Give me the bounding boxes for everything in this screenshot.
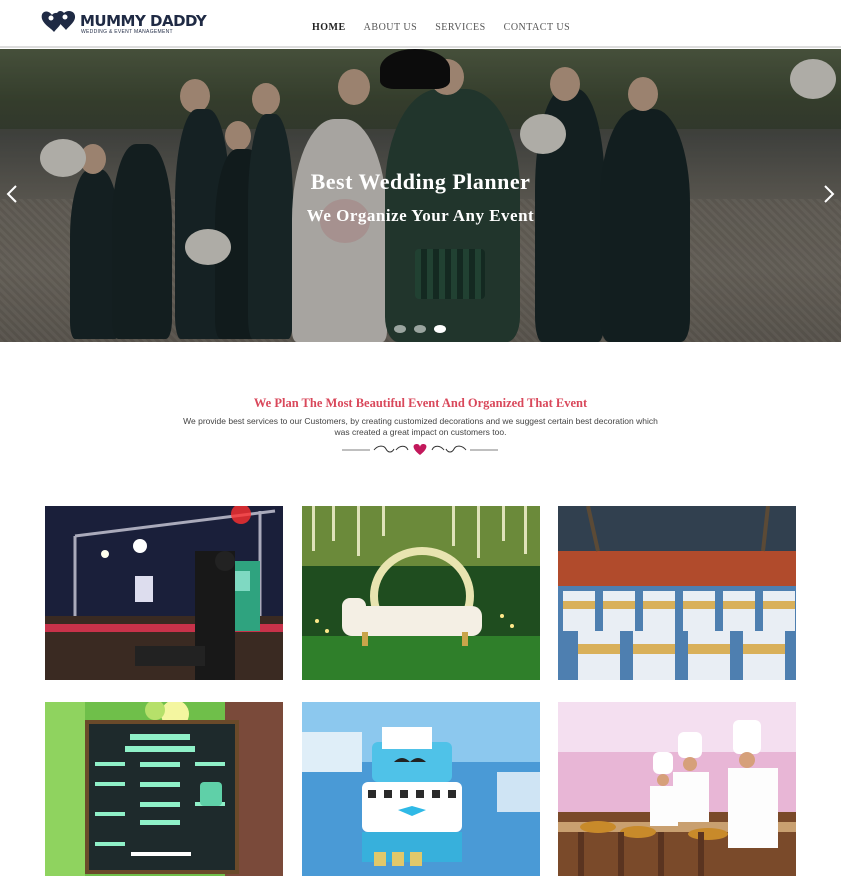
slider-dot-3[interactable] — [434, 325, 446, 333]
hero-subtitle: We Organize Your Any Event — [306, 206, 535, 225]
gallery-item-birthday-cake[interactable] — [302, 702, 540, 876]
nav-about-us[interactable]: ABOUT US — [364, 22, 418, 33]
intro-text: We provide best services to our Customer… — [183, 416, 658, 437]
gallery-item-birthday-board[interactable] — [45, 702, 283, 876]
nav-contact-us[interactable]: CONTACT US — [504, 22, 571, 33]
floral-stage-photo-icon — [302, 506, 540, 680]
slider-next-button[interactable] — [819, 184, 839, 208]
heart-ornament-icon — [342, 444, 498, 455]
brand-tagline: WEDDING & EVENT MANAGEMENT — [81, 29, 173, 35]
brand-logo[interactable]: MUMMY DADDY WEDDING & EVENT MANAGEMENT — [40, 8, 207, 38]
nav-home[interactable]: HOME — [312, 22, 346, 33]
gallery-item-catering-chefs[interactable] — [558, 702, 796, 876]
gallery-item-floral-stage[interactable] — [302, 506, 540, 680]
slider-indicators — [394, 325, 446, 333]
main-nav: HOME ABOUT US SERVICES CONTACT US — [312, 22, 588, 33]
banquet-chairs-photo-icon — [558, 506, 796, 680]
hero-slider: Best Wedding Planner We Organize Your An… — [0, 49, 841, 342]
hero-title: Best Wedding Planner — [310, 169, 531, 194]
hearts-couple-logo-icon — [41, 10, 76, 32]
site-header: MUMMY DADDY WEDDING & EVENT MANAGEMENT H… — [0, 0, 841, 48]
slider-dot-2[interactable] — [414, 325, 426, 333]
chevron-left-icon — [6, 185, 17, 203]
dj-stage-photo-icon — [45, 506, 283, 680]
birthday-board-photo-icon — [45, 702, 283, 876]
gallery-item-dj-stage[interactable] — [45, 506, 283, 680]
intro-heading: We Plan The Most Beautiful Event And Org… — [253, 396, 588, 410]
brand-title: MUMMY DADDY — [80, 12, 207, 30]
catering-photo-icon — [558, 702, 796, 876]
cake-photo-icon — [302, 702, 540, 876]
gallery-item-banquet-chairs[interactable] — [558, 506, 796, 680]
hero-overlay — [0, 49, 841, 342]
slider-dot-1[interactable] — [394, 325, 406, 333]
slider-prev-button[interactable] — [2, 184, 22, 208]
nav-services[interactable]: SERVICES — [435, 22, 485, 33]
chevron-right-icon — [824, 185, 835, 203]
